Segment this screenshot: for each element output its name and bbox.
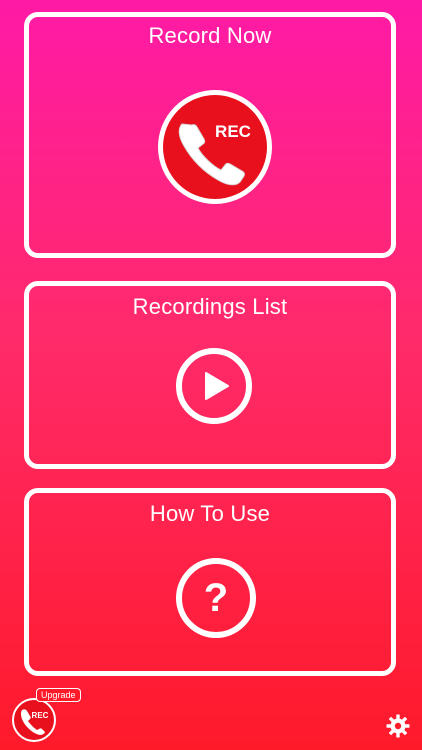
gear-icon[interactable]	[386, 714, 410, 738]
rec-text: REC	[215, 122, 251, 141]
question-icon[interactable]: ?	[174, 556, 258, 640]
record-now-card[interactable]: Record Now REC	[24, 12, 396, 258]
svg-text:?: ?	[204, 576, 228, 620]
upgrade-rec-icon: REC	[12, 698, 56, 742]
record-now-title: Record Now	[148, 23, 272, 48]
badge-rec-text: REC	[32, 711, 49, 720]
recordings-list-title: Recordings List	[132, 294, 288, 319]
play-icon[interactable]	[174, 346, 254, 426]
recordings-list-card[interactable]: Recordings List	[24, 281, 396, 469]
phone-rec-icon[interactable]: REC	[156, 88, 274, 206]
upgrade-label: Upgrade	[36, 688, 81, 702]
how-to-use-card[interactable]: How To Use ?	[24, 488, 396, 676]
upgrade-button[interactable]: REC Upgrade	[10, 688, 81, 744]
how-to-use-title: How To Use	[149, 501, 271, 526]
